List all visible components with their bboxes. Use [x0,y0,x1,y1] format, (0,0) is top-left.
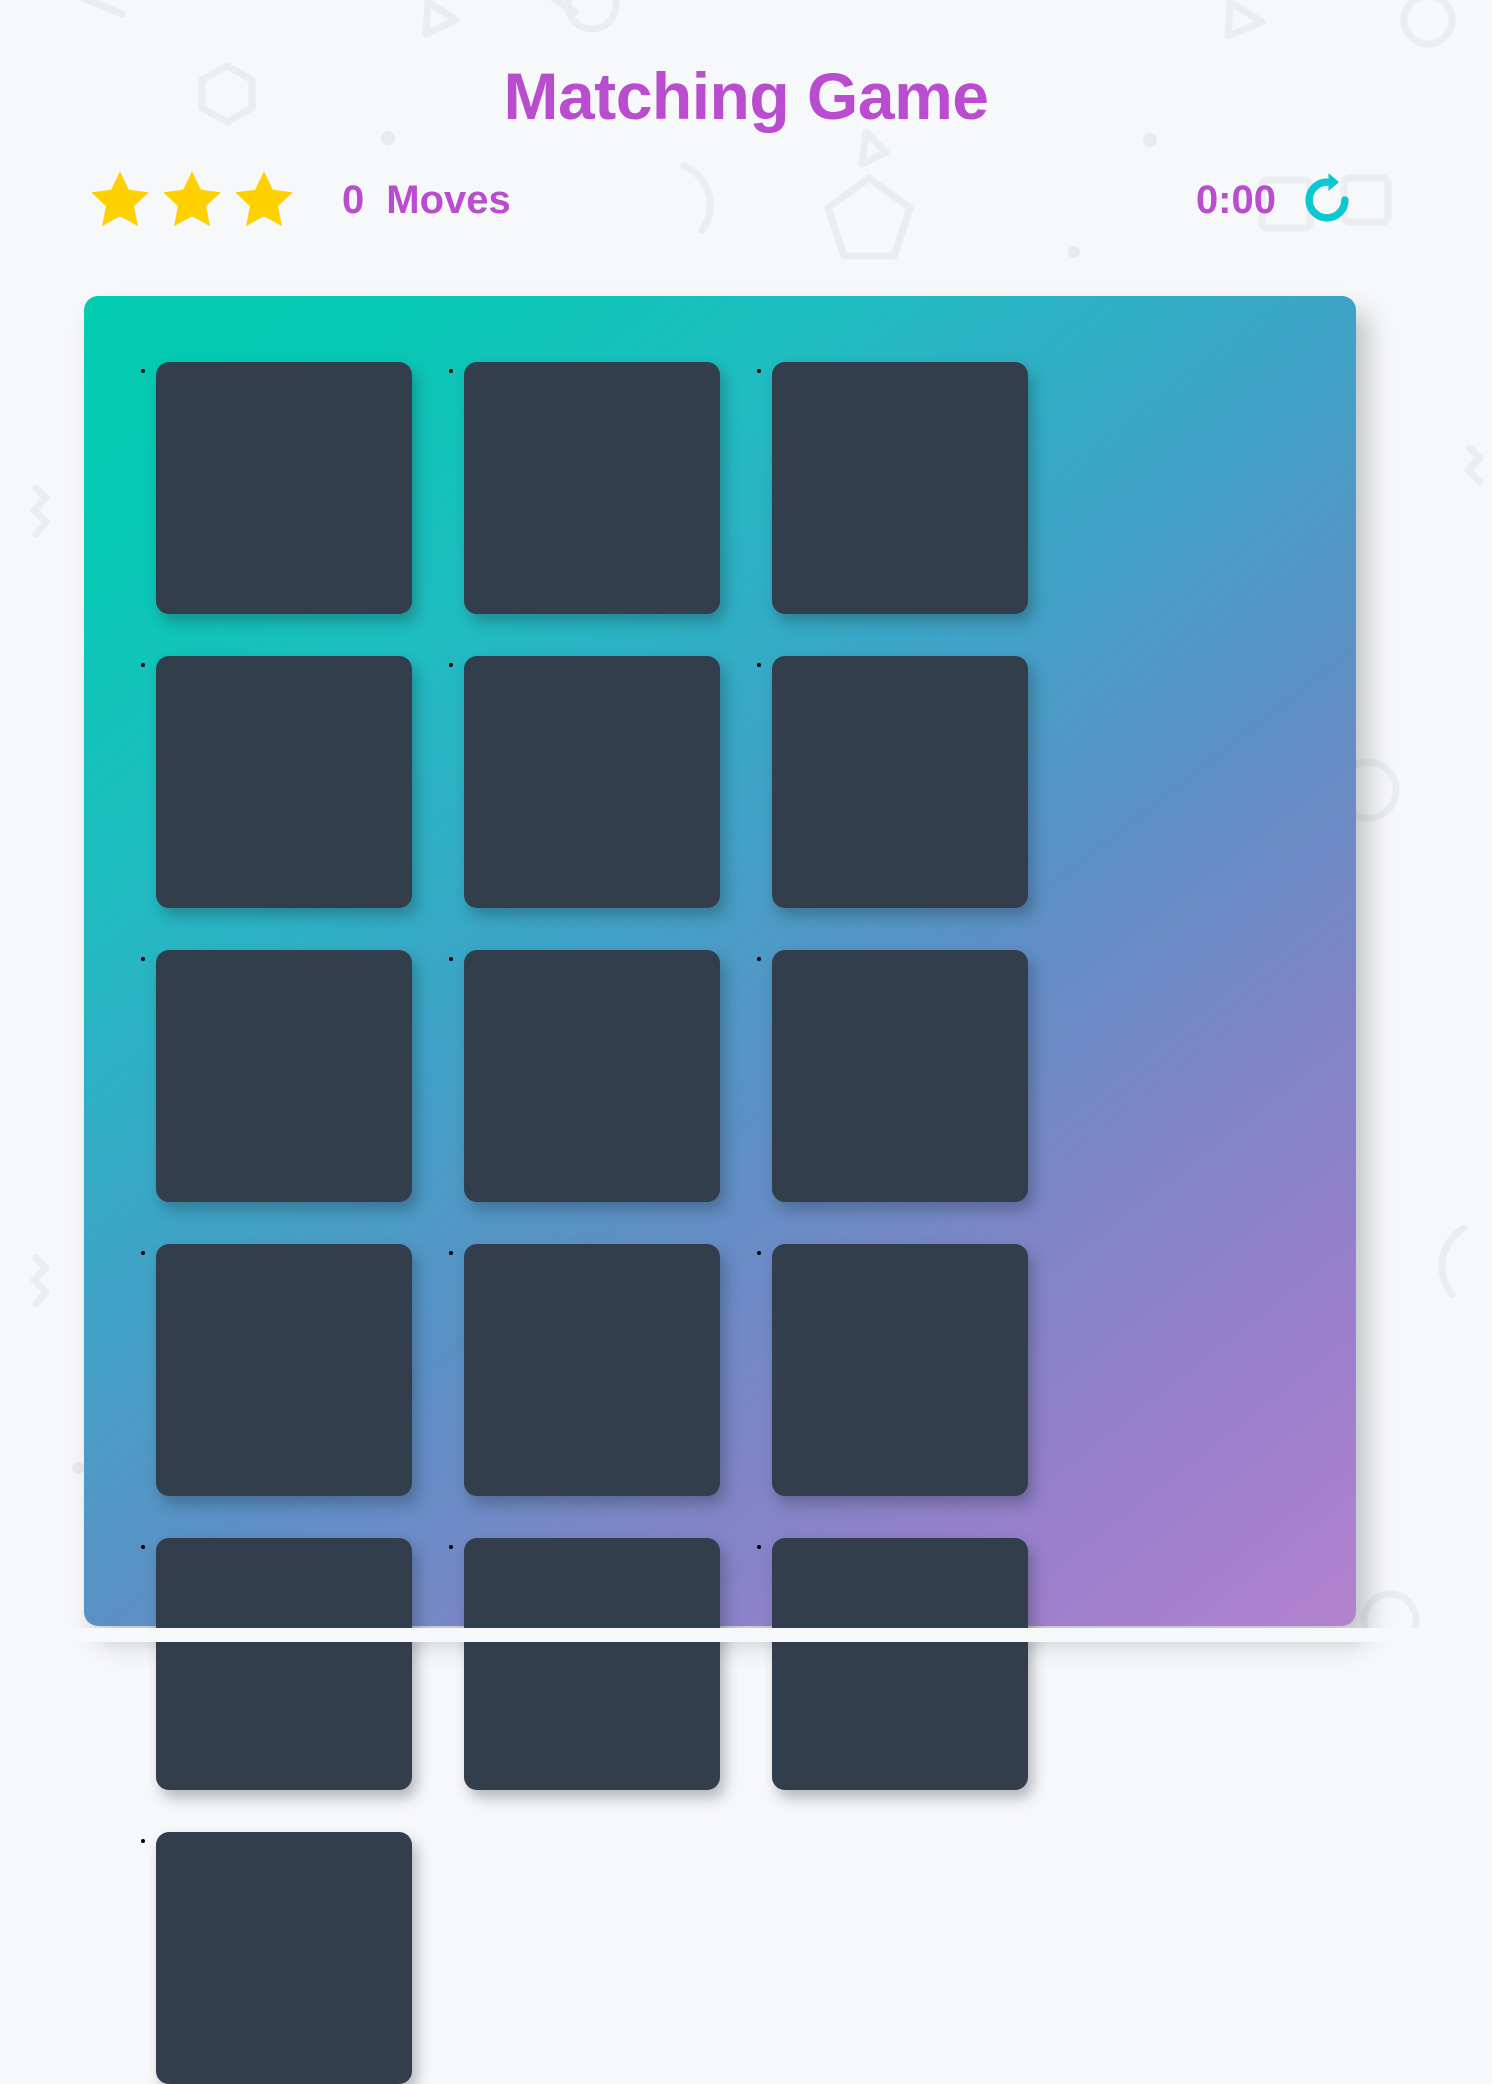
memory-card[interactable] [464,950,720,1202]
moves-counter: 0 Moves [342,178,511,223]
game-page: Matching Game 0 Moves 0:00 • • • • • • •… [0,0,1492,2084]
memory-card[interactable] [464,656,720,908]
star-icon [91,171,149,227]
memory-card[interactable] [772,1538,1028,1790]
memory-card[interactable] [464,1244,720,1496]
memory-card[interactable] [464,1538,720,1790]
memory-card[interactable] [772,950,1028,1202]
score-panel-left: 0 Moves [84,164,511,236]
page-title: Matching Game [503,59,989,134]
memory-card[interactable] [772,1244,1028,1496]
memory-card[interactable] [772,362,1028,614]
star-icon [163,171,221,227]
score-panel: 0 Moves 0:00 [84,160,1356,240]
memory-card[interactable] [156,1244,412,1496]
memory-card[interactable] [156,950,412,1202]
card-deck [84,296,1356,2084]
memory-card[interactable] [156,362,412,614]
star-rating-item [84,164,156,236]
star-rating-item [156,164,228,236]
star-rating [84,164,300,236]
restart-icon [1305,173,1349,222]
moves-count: 0 [342,177,365,222]
memory-card[interactable] [464,362,720,614]
star-icon [235,171,293,227]
page-bottom-edge [0,1628,1492,1642]
memory-card[interactable] [772,656,1028,908]
memory-card[interactable] [156,656,412,908]
restart-button[interactable] [1298,171,1356,229]
star-rating-item [228,164,300,236]
memory-card[interactable] [156,1832,412,2084]
timer: 0:00 [1195,177,1276,222]
memory-card[interactable] [156,1538,412,1790]
score-panel-right: 0:00 [1196,171,1356,229]
moves-label: Moves [386,177,511,222]
